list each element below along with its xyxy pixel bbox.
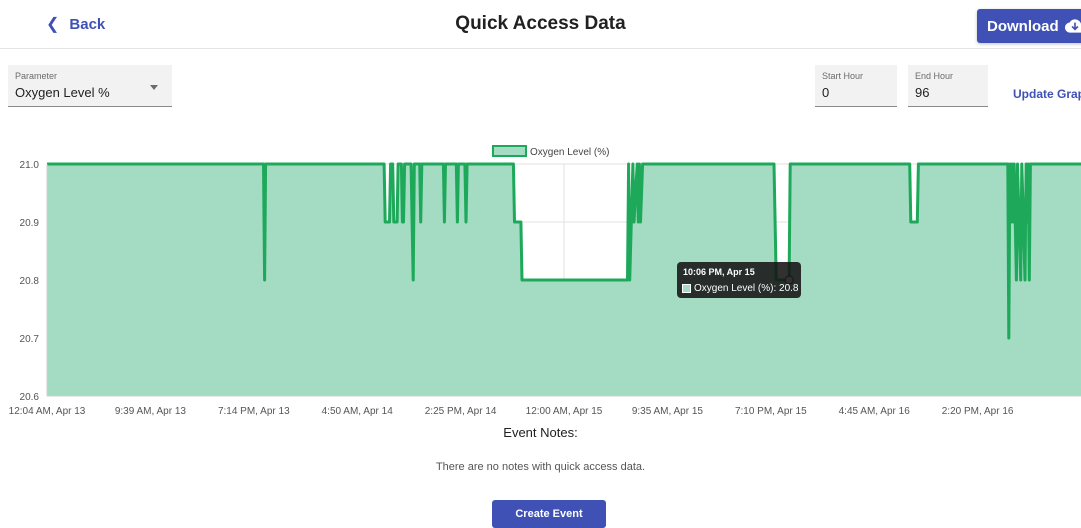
chart-tooltip: 10:06 PM, Apr 15 Oxygen Level (%): 20.8 <box>677 262 801 298</box>
page-title: Quick Access Data <box>455 13 626 34</box>
start-hour-label: Start Hour <box>822 71 864 81</box>
x-tick-label: 4:45 AM, Apr 16 <box>839 406 911 417</box>
start-hour-field[interactable]: Start Hour 0 <box>815 65 897 107</box>
tooltip-swatch <box>682 284 691 293</box>
start-hour-value: 0 <box>822 85 830 100</box>
y-tick-label: 20.7 <box>20 334 40 345</box>
end-hour-value: 96 <box>915 85 930 100</box>
back-label: Back <box>69 15 106 33</box>
parameter-select[interactable]: Parameter Oxygen Level % <box>8 65 172 107</box>
event-notes-empty: There are no notes with quick access dat… <box>435 461 646 473</box>
end-hour-label: End Hour <box>915 71 954 81</box>
x-tick-label: 12:04 AM, Apr 13 <box>9 406 86 417</box>
x-tick-label: 2:20 PM, Apr 16 <box>942 406 1014 417</box>
x-tick-label: 7:14 PM, Apr 13 <box>218 406 290 417</box>
x-tick-label: 9:35 AM, Apr 15 <box>632 406 704 417</box>
top-bar: ❮ Back Quick Access Data Download <box>0 0 1081 49</box>
chevron-left-icon: ❮ <box>46 16 60 33</box>
cloud-download-icon <box>1064 19 1081 33</box>
x-tick-label: 7:10 PM, Apr 15 <box>735 406 807 417</box>
x-tick-label: 9:39 AM, Apr 13 <box>115 406 187 417</box>
x-tick-label: 2:25 PM, Apr 14 <box>425 406 497 417</box>
dropdown-arrow-icon <box>150 85 158 90</box>
y-tick-label: 20.6 <box>20 392 40 403</box>
update-graph-button[interactable]: Update Graph <box>1013 87 1081 101</box>
x-tick-label: 12:00 AM, Apr 15 <box>526 406 603 417</box>
legend-swatch <box>492 145 527 157</box>
x-tick-label: 4:50 AM, Apr 14 <box>322 406 394 417</box>
oxygen-chart: 21.0 20.9 20.8 20.7 20.6 12:04 AM, Apr 13 9:39… <box>9 145 1081 417</box>
y-tick-label: 20.9 <box>20 218 40 229</box>
legend-label: Oxygen Level (%) <box>530 147 609 158</box>
download-label: Download <box>987 17 1059 35</box>
download-button[interactable]: Download <box>977 9 1081 43</box>
tooltip-title: 10:06 PM, Apr 15 <box>683 267 755 277</box>
event-notes-title: Event Notes: <box>503 425 578 440</box>
parameter-value: Oxygen Level % <box>15 85 110 100</box>
y-tick-label: 21.0 <box>20 160 40 171</box>
tooltip-value: Oxygen Level (%): 20.8 <box>694 283 799 294</box>
y-tick-label: 20.8 <box>20 276 40 287</box>
back-button[interactable]: ❮ Back <box>46 14 105 34</box>
tooltip-line: Oxygen Level (%): 20.8 <box>682 283 799 294</box>
end-hour-field[interactable]: End Hour 96 <box>908 65 988 107</box>
parameter-label: Parameter <box>15 71 58 81</box>
